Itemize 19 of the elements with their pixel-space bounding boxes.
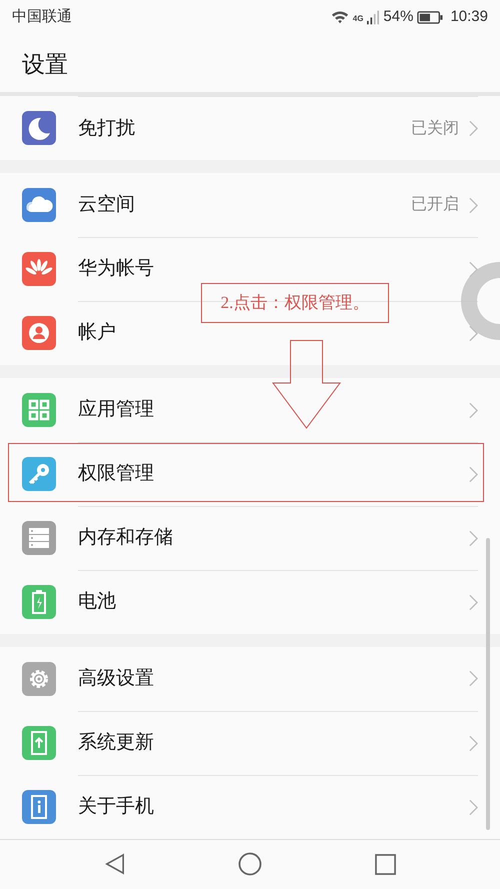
page-title: 设置 [22,50,68,79]
item-label: 高级设置 [78,666,155,691]
item-label: 电池 [78,590,117,614]
item-label: 关于手机 [78,795,155,820]
item-label: 应用管理 [78,398,155,422]
item-label: 内存和存储 [78,526,174,550]
network-type: 4G [352,13,364,26]
item-value: 已关闭 [411,118,459,139]
item-label: 系统更新 [78,731,155,756]
item-label: 帐户 [78,321,117,346]
annotation-tooltip: 2.点击：权限管理。 [201,283,389,323]
item-value: 已开启 [411,194,459,216]
item-label: 权限管理 [78,462,155,486]
carrier-name: 中国联通 [12,7,73,28]
item-label: 云空间 [78,192,136,217]
battery-percent: 54% [383,7,414,28]
item-label: 华为帐号 [78,257,155,282]
item-label: 免打扰 [78,116,136,141]
clock-time: 10:39 [450,7,488,28]
